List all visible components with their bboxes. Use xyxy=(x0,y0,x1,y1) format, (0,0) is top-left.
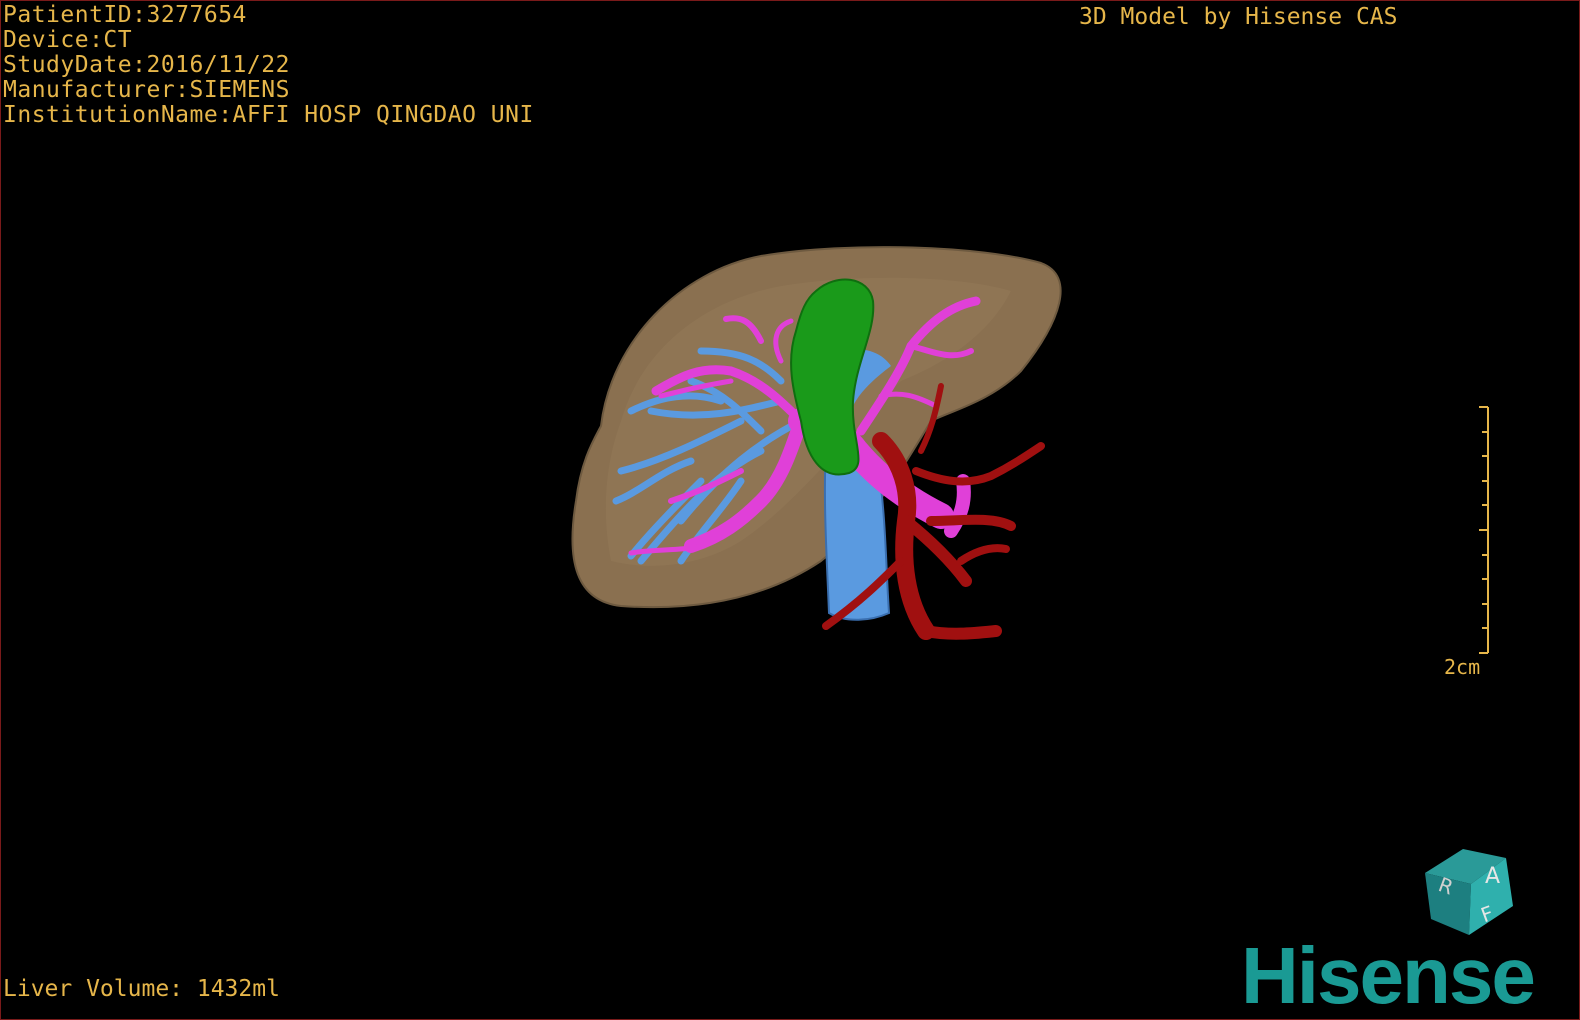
scale-bar-label: 2cm xyxy=(1444,655,1481,679)
scale-bar xyxy=(1479,406,1489,654)
dicom-info: PatientID:3277654 Device:CT StudyDate:20… xyxy=(3,3,534,128)
patient-id: PatientID:3277654 xyxy=(3,2,247,28)
hisense-logo: Hisense xyxy=(1241,931,1536,1020)
model-canvas[interactable]: A R F xyxy=(1,1,1579,1019)
device: Device:CT xyxy=(3,27,133,53)
study-date: StudyDate:2016/11/22 xyxy=(3,52,290,78)
3d-viewport[interactable]: A R F PatientID:3277654 Device:CT StudyD… xyxy=(0,0,1580,1020)
liver-volume: Liver Volume: 1432ml xyxy=(3,976,280,1002)
manufacturer: Manufacturer:SIEMENS xyxy=(3,77,290,103)
cube-face-a: A xyxy=(1485,864,1500,889)
orientation-cube[interactable]: A R F xyxy=(1425,849,1513,935)
institution-name: InstitutionName:AFFI HOSP QINGDAO UNI xyxy=(3,102,534,128)
model-credit: 3D Model by Hisense CAS xyxy=(1079,4,1398,30)
